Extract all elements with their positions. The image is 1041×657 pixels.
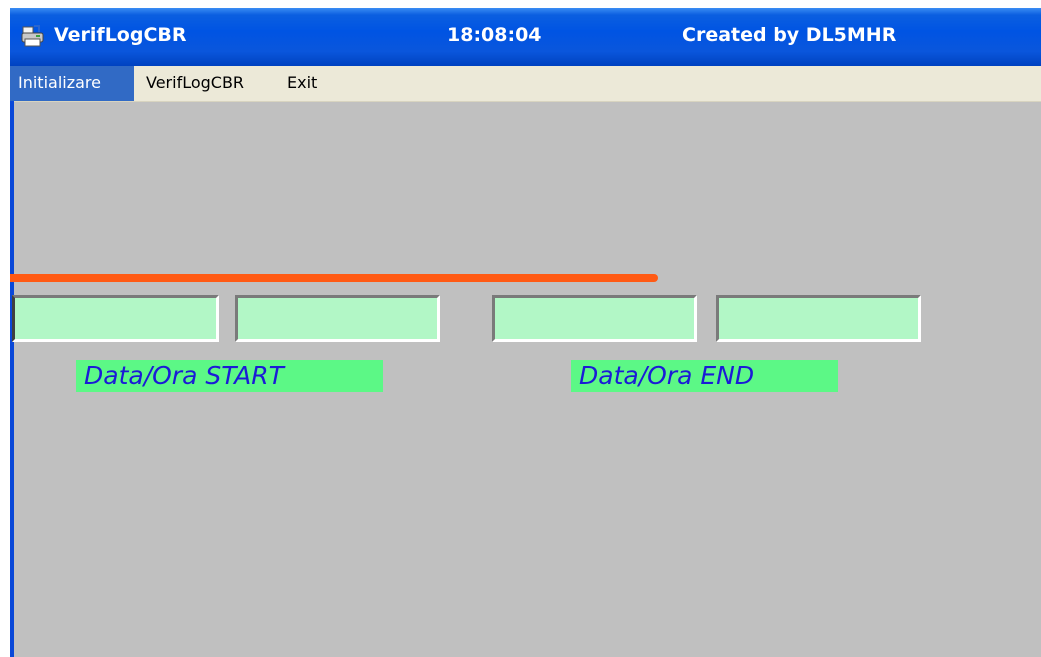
window-left-border: [10, 101, 14, 657]
credit-text: Created by DL5MHR: [682, 24, 897, 46]
start-date-field[interactable]: [12, 295, 219, 342]
clock-display: 18:08:04: [447, 24, 542, 46]
start-time-field[interactable]: [235, 295, 440, 342]
end-date-field[interactable]: [492, 295, 697, 342]
menu-item-initializare[interactable]: Initializare: [10, 66, 134, 101]
start-datetime-label: Data/Ora START: [76, 360, 383, 392]
window-title: VerifLogCBR: [54, 24, 187, 46]
end-time-field[interactable]: [716, 295, 921, 342]
menu-item-exit[interactable]: Exit: [281, 66, 323, 101]
printer-icon: [20, 24, 45, 48]
menu-bar: Initializare VerifLogCBR Exit: [10, 66, 1041, 102]
app-window: VerifLogCBR 18:08:04 Created by DL5MHR I…: [10, 8, 1041, 657]
end-datetime-label: Data/Ora END: [571, 360, 838, 392]
title-bar[interactable]: VerifLogCBR 18:08:04 Created by DL5MHR: [10, 8, 1041, 66]
divider-line: [10, 274, 658, 282]
menu-item-veriflogcbr[interactable]: VerifLogCBR: [140, 66, 250, 101]
